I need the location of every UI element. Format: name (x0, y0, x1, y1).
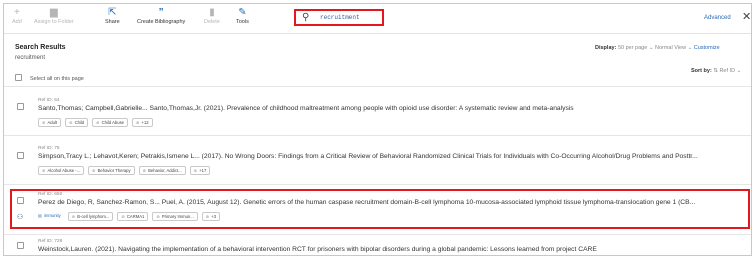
ref-id: Ref ID: 75 (38, 146, 60, 151)
folder-icon: ▆ (50, 7, 58, 18)
search-results-title: Search Results (15, 44, 66, 51)
tag-icon: ⊛ (136, 120, 140, 125)
more-tags-badge[interactable]: ⊛ +12 (132, 118, 153, 127)
row-checkbox[interactable] (17, 152, 24, 159)
per-page-select[interactable]: 50 per page ⌄ (618, 45, 654, 51)
tag-icon: ⊛ (193, 168, 198, 173)
row-checkbox[interactable] (17, 103, 24, 110)
view-select[interactable]: Normal View ⌄ (655, 45, 692, 51)
ref-id: Ref ID: 54 (38, 98, 60, 103)
keyword-tag[interactable]: ⊛ Child (65, 118, 89, 127)
keyword-tag[interactable]: ⊛ Behavior Therapy (88, 166, 135, 175)
keyword-tag[interactable]: ⊛ Alcohol Abuse -... (38, 166, 85, 175)
select-all-label: Select all on this page (30, 76, 84, 82)
divider (4, 184, 751, 185)
tag-icon: ⊛ (142, 168, 147, 173)
search-input-value: recruitment (320, 14, 360, 21)
tools-button[interactable]: ✎ Tools (236, 7, 249, 26)
divider (4, 86, 751, 87)
sort-select[interactable]: ⇅ Ref ID ⌄ (713, 68, 741, 74)
sort-label: Sort by: (691, 68, 712, 74)
tag-icon: ⊛ (96, 120, 100, 125)
chevron-down-icon: ⌄ (687, 45, 693, 51)
ref-id: Ref ID: 728 (38, 239, 63, 244)
advanced-search-link[interactable]: Advanced (704, 15, 731, 21)
display-label: Display: (595, 45, 617, 51)
citation-text[interactable]: Santo,Thomas; Campbell,Gabrielle... Sant… (38, 105, 746, 112)
customize-link[interactable]: Customize (694, 45, 720, 51)
tag-icon: ⊛ (42, 168, 46, 173)
quote-icon: ” (158, 7, 164, 18)
citation-text[interactable]: Simpson,Tracy L.; Lehavot,Keren; Petraki… (38, 153, 746, 160)
quick-search-input[interactable]: ⚲ recruitment (294, 9, 384, 26)
add-button[interactable]: + Add (12, 7, 22, 26)
trash-icon: ▮ (209, 7, 215, 18)
search-icon: ⚲ (302, 12, 310, 23)
tag-icon: ⊛ (69, 120, 73, 125)
divider (4, 234, 751, 235)
select-all-row[interactable]: Select all on this page (15, 74, 84, 82)
delete-button[interactable]: ▮ Delete (204, 7, 220, 26)
close-icon[interactable]: ✕ (742, 11, 751, 23)
assign-to-folder-button[interactable]: ▆ Assign to Folder (34, 7, 74, 26)
share-button[interactable]: ⇱ Share (105, 7, 120, 26)
row-checkbox[interactable] (17, 242, 24, 249)
plus-icon: + (13, 7, 20, 18)
keyword-tag[interactable]: ⊛ Child Abuse (92, 118, 128, 127)
display-options: Display: 50 per page ⌄ Normal View ⌄ Cus… (595, 45, 720, 51)
reference-manager-window: + Add ▆ Assign to Folder ⇱ Share ” Creat… (3, 3, 752, 256)
keyword-tags: ⊛ Alcohol Abuse -... ⊛ Behavior Therapy ⊛ B… (38, 166, 211, 175)
search-query-label: recruitment (15, 55, 46, 61)
tag-icon: ⊛ (42, 120, 46, 125)
keyword-tags: ⊛ Adult ⊛ Child ⊛ Child Abuse ⊛ +12 (38, 118, 153, 127)
sort-order-icon: ⇅ (713, 68, 718, 74)
chevron-down-icon: ⌄ (736, 68, 742, 74)
highlight-box (10, 189, 750, 229)
create-bibliography-button[interactable]: ” Create Bibliography (137, 7, 185, 26)
citation-text[interactable]: Weinstock,Lauren. (2021). Navigating the… (38, 246, 746, 253)
keyword-tag[interactable]: ⊛ Adult (38, 118, 62, 127)
wrench-icon: ✎ (238, 7, 247, 18)
tag-icon: ⊛ (92, 168, 96, 173)
divider (4, 135, 751, 136)
select-all-checkbox[interactable] (15, 74, 22, 81)
more-tags-badge[interactable]: ⊛ +17 (189, 166, 211, 175)
share-icon: ⇱ (108, 7, 117, 18)
keyword-tag[interactable]: ⊛ Behavior, Addict... (138, 166, 186, 175)
toolbar: + Add ▆ Assign to Folder ⇱ Share ” Creat… (4, 4, 751, 34)
sort-options: Sort by: ⇅ Ref ID ⌄ (691, 68, 741, 74)
chevron-down-icon: ⌄ (648, 45, 654, 51)
